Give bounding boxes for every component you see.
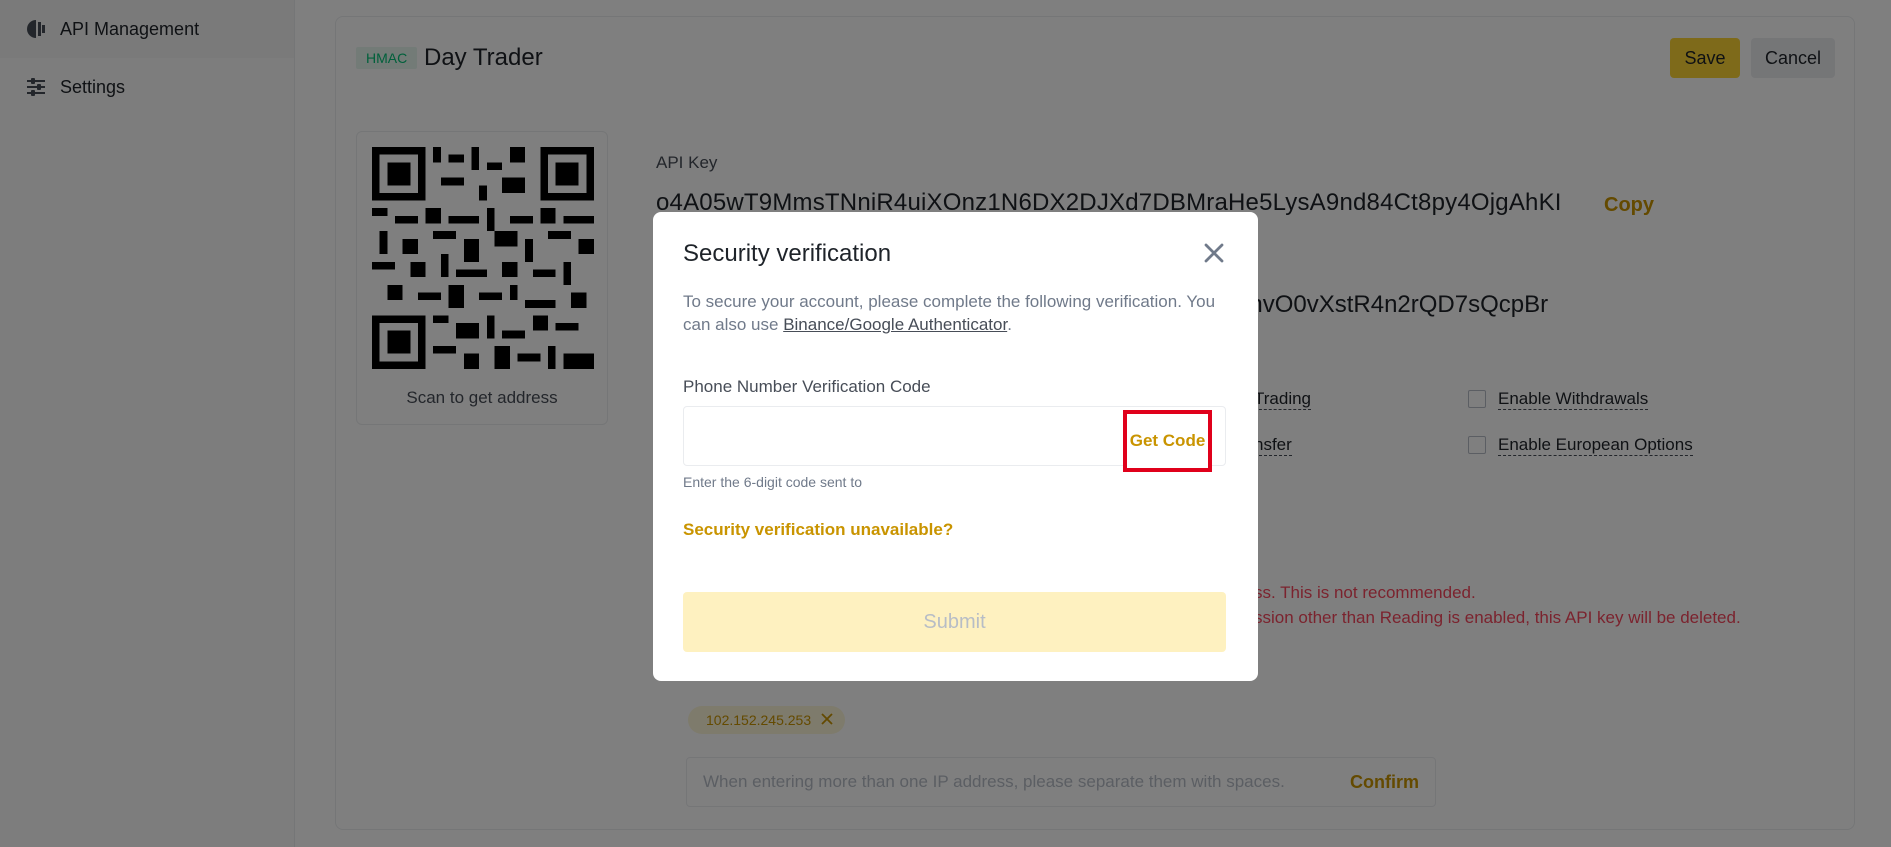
get-code-button[interactable]: Get Code [1123, 410, 1212, 472]
close-icon[interactable] [1199, 238, 1229, 268]
authenticator-link[interactable]: Binance/Google Authenticator [783, 315, 1007, 334]
modal-description: To secure your account, please complete … [683, 290, 1223, 336]
modal-description-end: . [1007, 315, 1012, 334]
phone-code-input[interactable] [684, 407, 1114, 465]
security-verification-modal: Security verification To secure your acc… [653, 212, 1258, 681]
modal-title: Security verification [683, 240, 892, 267]
verification-unavailable-link[interactable]: Security verification unavailable? [683, 520, 953, 540]
phone-code-label: Phone Number Verification Code [683, 377, 931, 396]
phone-code-hint: Enter the 6-digit code sent to [683, 474, 862, 490]
submit-button[interactable]: Submit [683, 592, 1226, 652]
